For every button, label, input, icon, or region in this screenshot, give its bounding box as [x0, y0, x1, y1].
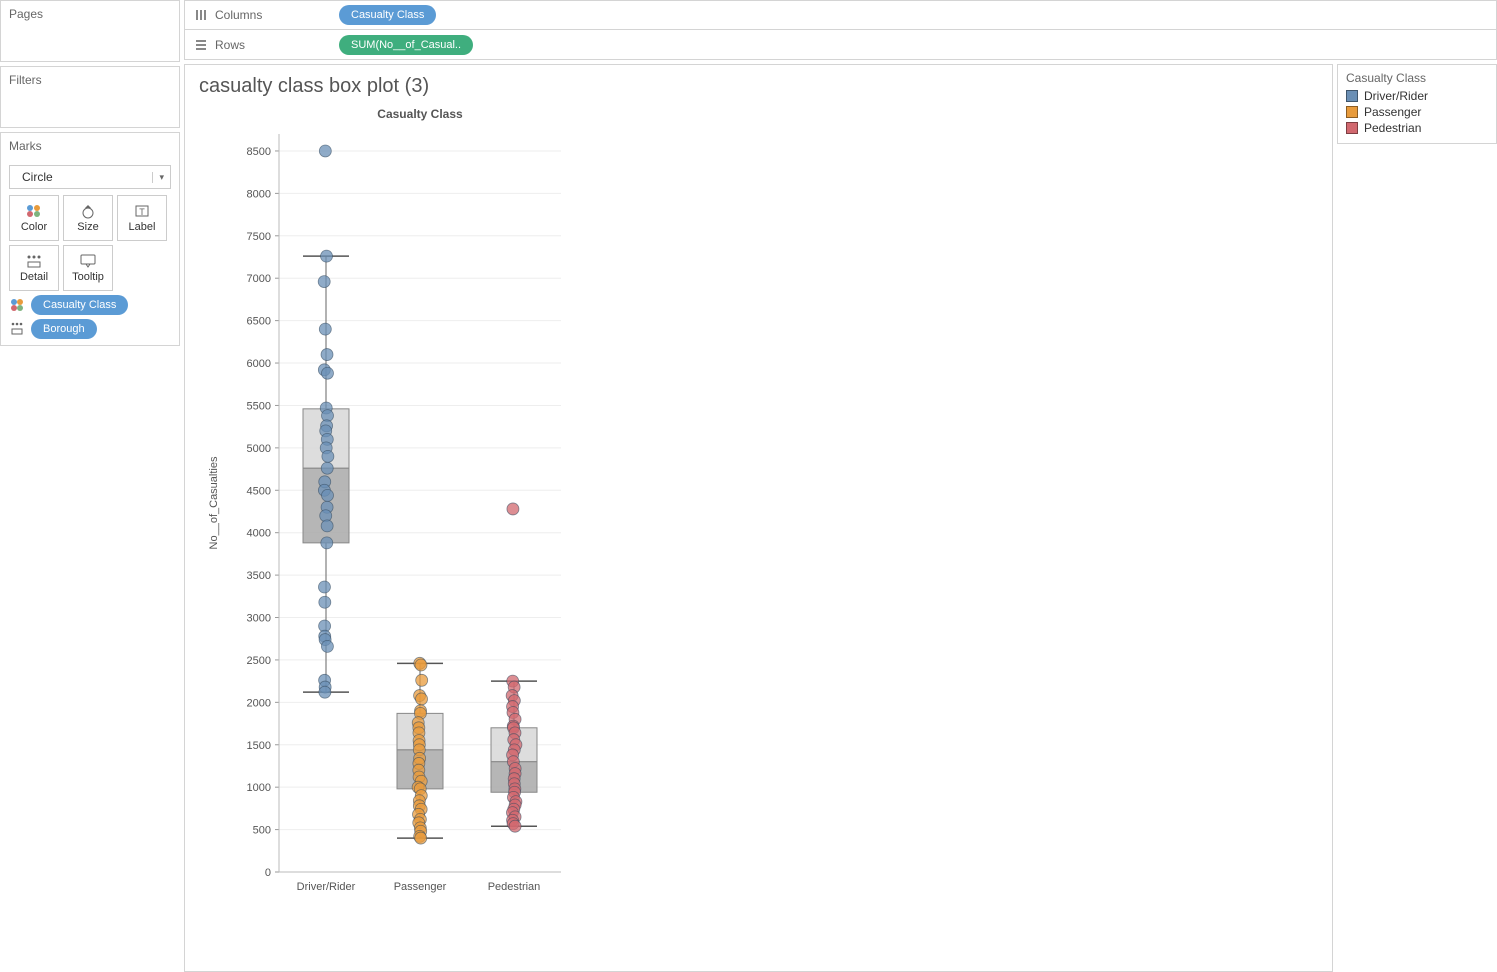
svg-text:5000: 5000: [247, 443, 271, 455]
columns-label: Columns: [215, 8, 262, 22]
color-icon: [9, 297, 25, 313]
svg-text:7500: 7500: [247, 231, 271, 243]
svg-text:5500: 5500: [247, 400, 271, 412]
filters-shelf[interactable]: Filters: [0, 66, 180, 128]
detail-button[interactable]: Detail: [9, 245, 59, 291]
chevron-down-icon: ▾: [152, 172, 164, 183]
svg-text:8500: 8500: [247, 146, 271, 158]
legend-item[interactable]: Driver/Rider: [1346, 89, 1488, 103]
size-label: Size: [77, 221, 98, 233]
legend-swatch: [1346, 122, 1358, 134]
marks-title: Marks: [9, 139, 171, 159]
color-label: Color: [21, 221, 47, 233]
visualization-area: casualty class box plot (3) Casualty Cla…: [184, 64, 1333, 972]
svg-text:Passenger: Passenger: [394, 881, 447, 893]
svg-text:4500: 4500: [247, 485, 271, 497]
legend-item[interactable]: Pedestrian: [1346, 121, 1488, 135]
pages-shelf[interactable]: Pages: [0, 0, 180, 62]
box-plot-chart[interactable]: Casualty Class 0 500 1000 1500 2000 2500 3000 35…: [199, 104, 571, 904]
size-button[interactable]: Size: [63, 195, 113, 241]
svg-text:1000: 1000: [247, 782, 271, 794]
label-icon: T: [133, 203, 151, 219]
color-icon: [25, 203, 43, 219]
svg-text:Driver/Rider: Driver/Rider: [297, 881, 356, 893]
legend-swatch: [1346, 90, 1358, 102]
marks-detail-pill-row: Borough: [9, 319, 171, 339]
pages-title: Pages: [9, 7, 171, 27]
svg-text:0: 0: [265, 867, 271, 879]
label-label: Label: [129, 221, 156, 233]
legend-label: Driver/Rider: [1364, 89, 1428, 103]
columns-shelf[interactable]: Columns Casualty Class: [184, 0, 1497, 30]
rows-label: Rows: [215, 38, 245, 52]
svg-text:T: T: [139, 207, 145, 217]
svg-text:8000: 8000: [247, 188, 271, 200]
filters-title: Filters: [9, 73, 171, 93]
size-icon: [79, 203, 97, 219]
label-button[interactable]: T Label: [117, 195, 167, 241]
svg-text:3500: 3500: [247, 570, 271, 582]
marks-card: Marks Circle ▾ Color Size T: [0, 132, 180, 346]
mark-type-label: Circle: [22, 170, 53, 184]
mark-type-dropdown[interactable]: Circle ▾: [9, 165, 171, 189]
detail-label: Detail: [20, 271, 48, 283]
color-button[interactable]: Color: [9, 195, 59, 241]
tooltip-label: Tooltip: [72, 271, 104, 283]
marks-detail-pill[interactable]: Borough: [31, 319, 97, 339]
svg-text:No__of_Casualties: No__of_Casualties: [208, 456, 220, 549]
svg-text:Pedestrian: Pedestrian: [488, 881, 541, 893]
legend-label: Pedestrian: [1364, 121, 1421, 135]
columns-icon: [195, 9, 207, 21]
detail-icon: [25, 253, 43, 269]
legend-swatch: [1346, 106, 1358, 118]
legend-item[interactable]: Passenger: [1346, 105, 1488, 119]
svg-text:2500: 2500: [247, 655, 271, 667]
color-legend[interactable]: Casualty Class Driver/Rider Passenger Pede…: [1337, 64, 1497, 144]
svg-text:7000: 7000: [247, 273, 271, 285]
svg-text:6500: 6500: [247, 316, 271, 328]
svg-text:3000: 3000: [247, 613, 271, 625]
rows-pill[interactable]: SUM(No__of_Casual..: [339, 35, 473, 55]
svg-text:1500: 1500: [247, 740, 271, 752]
legend-title: Casualty Class: [1346, 71, 1488, 85]
rows-shelf[interactable]: Rows SUM(No__of_Casual..: [184, 30, 1497, 60]
detail-icon: [9, 321, 25, 337]
tooltip-icon: [79, 253, 97, 269]
rows-icon: [195, 39, 207, 51]
svg-text:4000: 4000: [247, 528, 271, 540]
svg-text:500: 500: [253, 825, 271, 837]
worksheet-title[interactable]: casualty class box plot (3): [199, 75, 1318, 98]
svg-text:6000: 6000: [247, 358, 271, 370]
svg-text:2000: 2000: [247, 697, 271, 709]
legend-label: Passenger: [1364, 105, 1421, 119]
marks-color-pill-row: Casualty Class: [9, 295, 171, 315]
tooltip-button[interactable]: Tooltip: [63, 245, 113, 291]
marks-color-pill[interactable]: Casualty Class: [31, 295, 128, 315]
svg-text:Casualty Class: Casualty Class: [377, 107, 463, 121]
columns-pill[interactable]: Casualty Class: [339, 5, 436, 25]
